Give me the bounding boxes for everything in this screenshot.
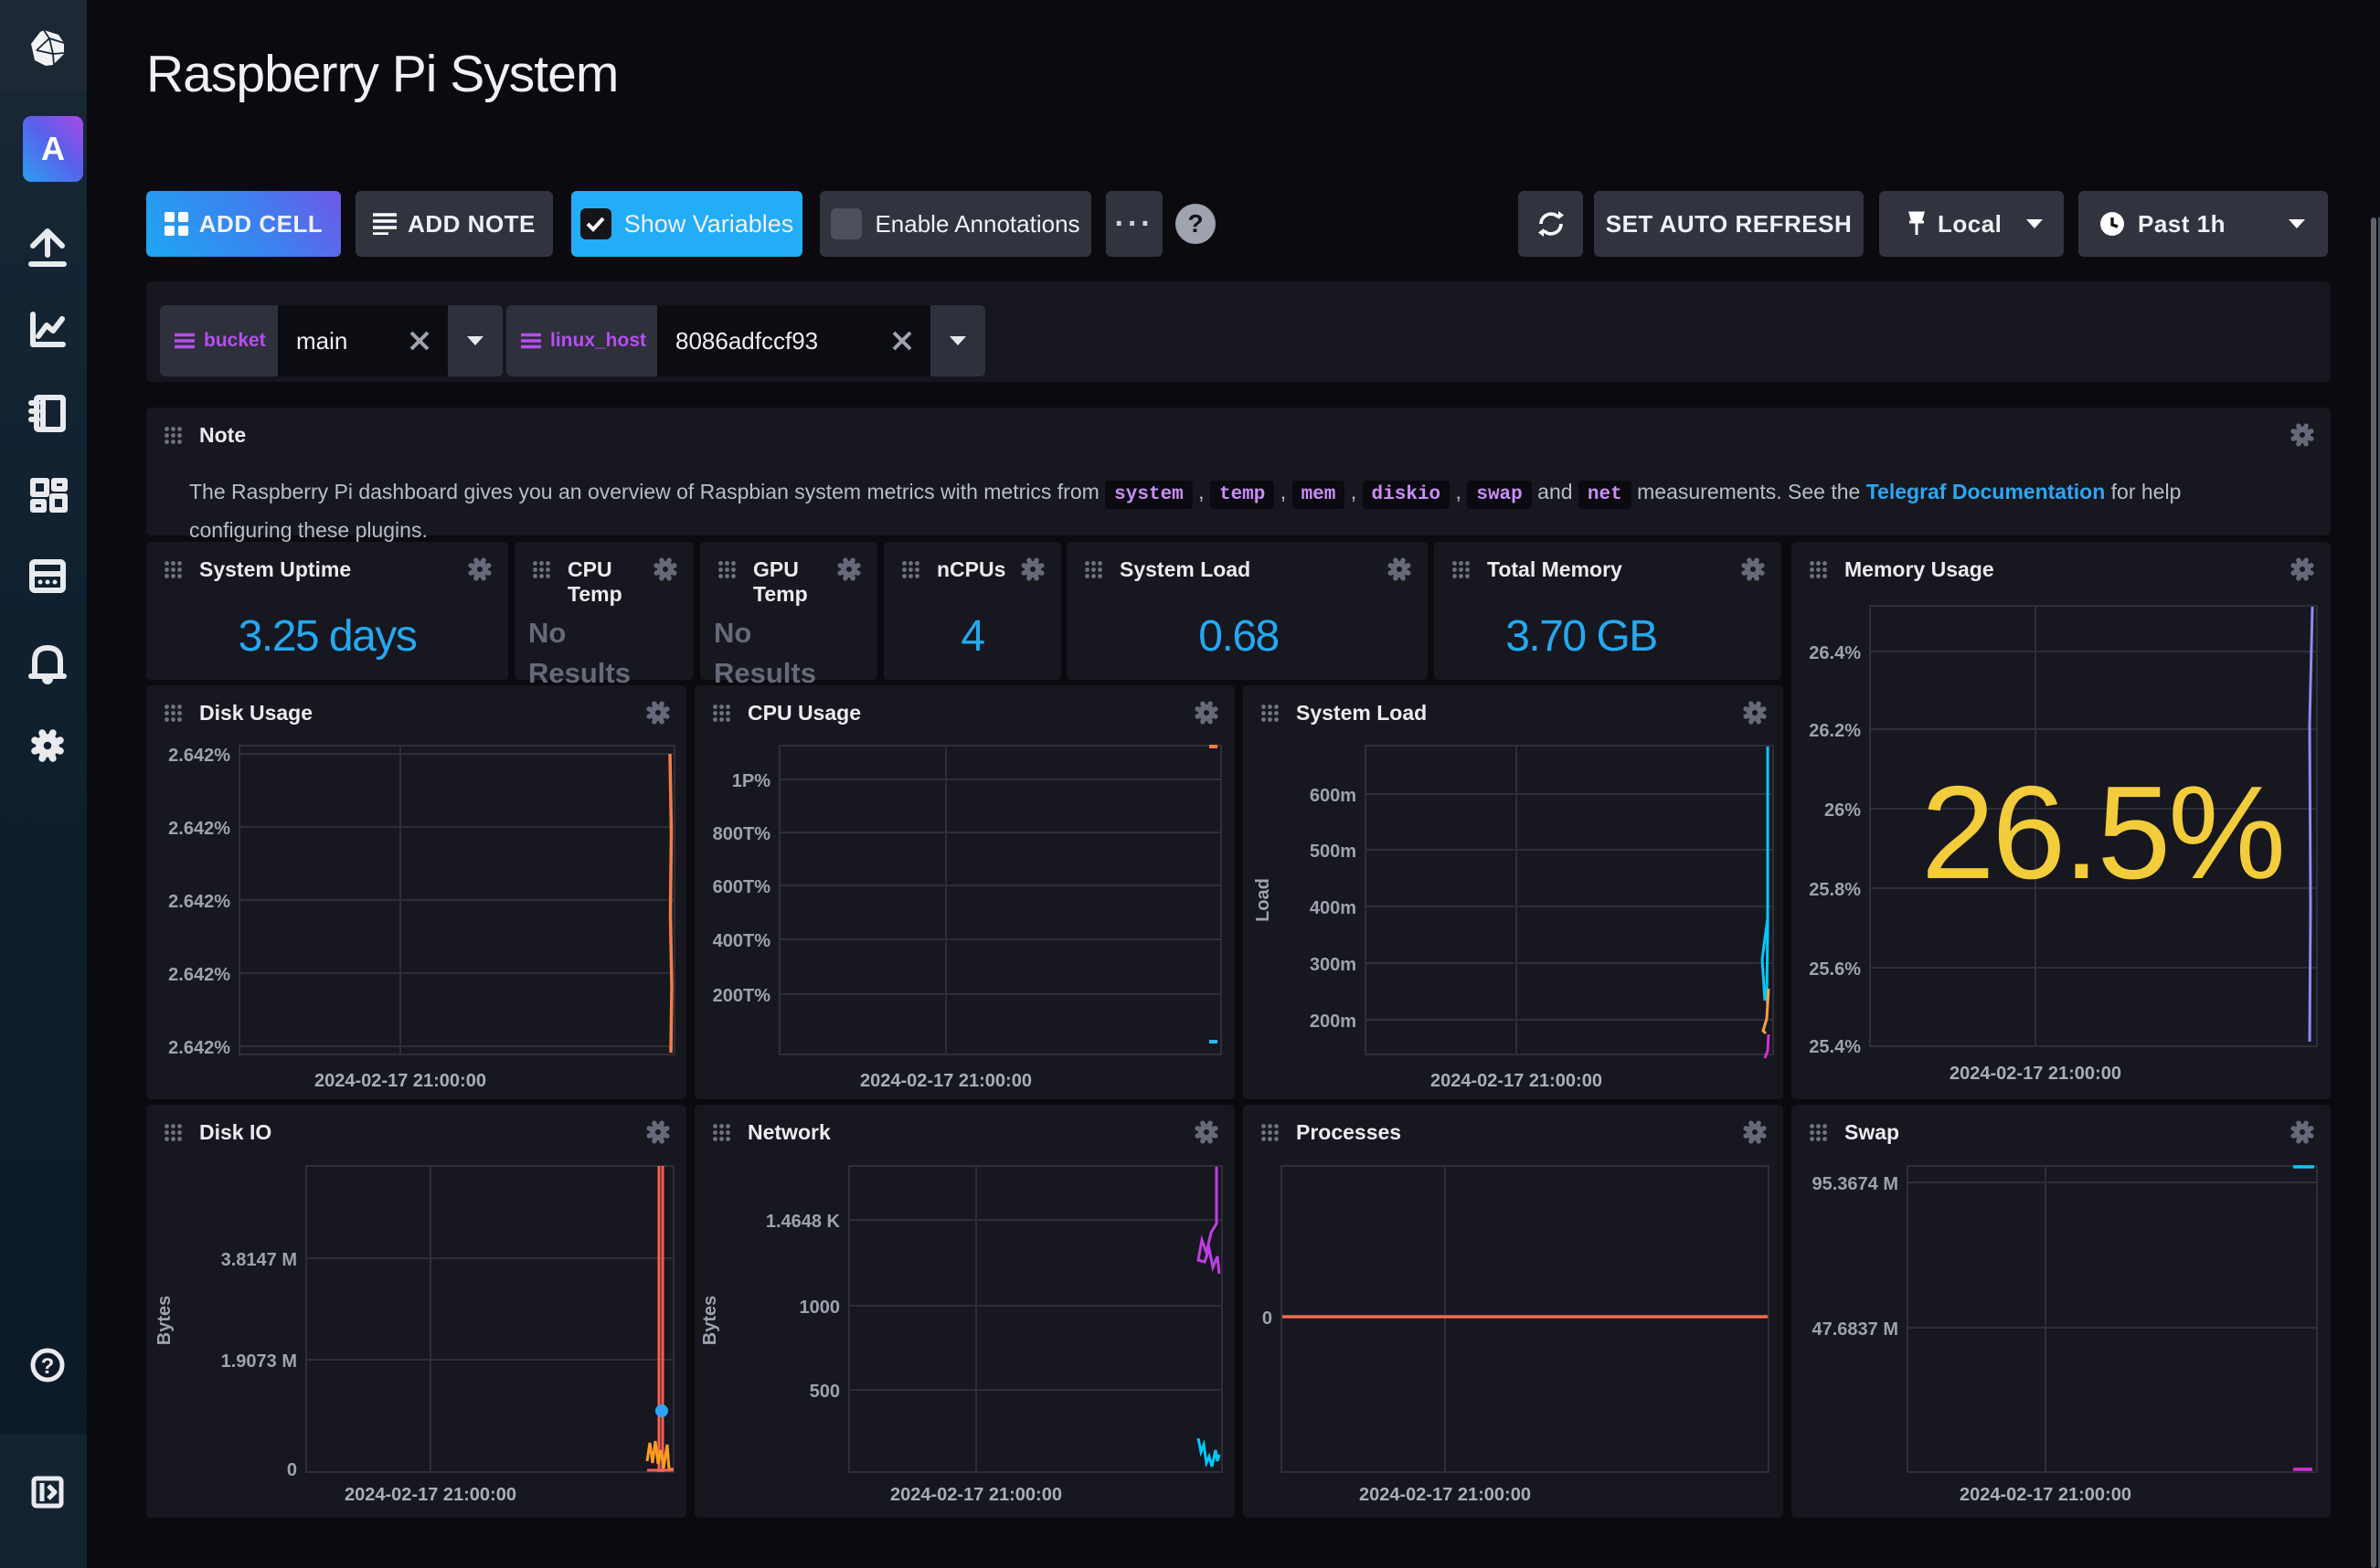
svg-text:CPU: CPU bbox=[568, 557, 612, 581]
svg-text:2024-02-17 21:00:00: 2024-02-17 21:00:00 bbox=[345, 1485, 516, 1505]
svg-text:Results: Results bbox=[714, 657, 816, 689]
svg-text:200T%: 200T% bbox=[713, 986, 771, 1006]
svg-text:Memory Usage: Memory Usage bbox=[1844, 557, 1994, 581]
svg-text:System Load: System Load bbox=[1296, 701, 1427, 725]
svg-text:800T%: 800T% bbox=[713, 824, 771, 844]
svg-text:1.4648 K: 1.4648 K bbox=[766, 1212, 841, 1232]
svg-text:26.2%: 26.2% bbox=[1809, 721, 1861, 741]
svg-text:2.642%: 2.642% bbox=[168, 965, 230, 985]
svg-text:500: 500 bbox=[810, 1382, 840, 1402]
svg-text:600m: 600m bbox=[1310, 786, 1356, 806]
svg-text:400m: 400m bbox=[1310, 898, 1356, 918]
svg-text:2024-02-17 21:00:00: 2024-02-17 21:00:00 bbox=[1430, 1071, 1602, 1091]
svg-text:1P%: 1P% bbox=[732, 771, 770, 791]
svg-text:2024-02-17 21:00:00: 2024-02-17 21:00:00 bbox=[1960, 1485, 2131, 1505]
svg-text:3.70 GB: 3.70 GB bbox=[1505, 612, 1657, 661]
svg-text:2.642%: 2.642% bbox=[168, 1038, 230, 1058]
svg-text:System Uptime: System Uptime bbox=[199, 557, 351, 581]
svg-text:2024-02-17 21:00:00: 2024-02-17 21:00:00 bbox=[314, 1071, 486, 1091]
svg-text:4: 4 bbox=[961, 612, 984, 661]
svg-text:Total Memory: Total Memory bbox=[1487, 557, 1622, 581]
svg-text:Load: Load bbox=[1253, 878, 1273, 922]
svg-text:26.4%: 26.4% bbox=[1809, 643, 1861, 663]
svg-text:2024-02-17 21:00:00: 2024-02-17 21:00:00 bbox=[890, 1485, 1062, 1505]
svg-text:Bytes: Bytes bbox=[154, 1296, 175, 1345]
svg-text:2024-02-17 21:00:00: 2024-02-17 21:00:00 bbox=[1359, 1485, 1531, 1505]
svg-text:1.9073 M: 1.9073 M bbox=[221, 1351, 297, 1372]
svg-text:3.8147 M: 3.8147 M bbox=[221, 1250, 297, 1270]
svg-text:Note: Note bbox=[199, 423, 246, 447]
svg-text:600T%: 600T% bbox=[713, 877, 771, 897]
svg-text:2024-02-17 21:00:00: 2024-02-17 21:00:00 bbox=[860, 1071, 1032, 1091]
svg-text:nCPUs: nCPUs bbox=[937, 557, 1005, 581]
svg-text:No: No bbox=[528, 617, 566, 649]
svg-text:25.8%: 25.8% bbox=[1809, 880, 1861, 900]
svg-text:25.6%: 25.6% bbox=[1809, 959, 1861, 980]
svg-text:Disk Usage: Disk Usage bbox=[199, 701, 313, 725]
svg-text:System Load: System Load bbox=[1120, 557, 1250, 581]
svg-text:Disk IO: Disk IO bbox=[199, 1120, 271, 1144]
svg-text:Results: Results bbox=[528, 657, 631, 689]
svg-text:Network: Network bbox=[748, 1120, 831, 1144]
svg-text:?: ? bbox=[41, 1354, 55, 1379]
svg-text:2024-02-17 21:00:00: 2024-02-17 21:00:00 bbox=[1950, 1064, 2121, 1084]
svg-text:2.642%: 2.642% bbox=[168, 892, 230, 912]
svg-text:Temp: Temp bbox=[753, 582, 808, 606]
svg-text:Swap: Swap bbox=[1844, 1120, 1899, 1144]
svg-text:400T%: 400T% bbox=[713, 931, 771, 951]
svg-text:3.25 days: 3.25 days bbox=[239, 612, 417, 661]
svg-text:0.68: 0.68 bbox=[1198, 612, 1278, 661]
svg-text:Processes: Processes bbox=[1296, 1120, 1401, 1144]
svg-text:500m: 500m bbox=[1310, 842, 1356, 862]
svg-text:300m: 300m bbox=[1310, 955, 1356, 975]
svg-text:No: No bbox=[714, 617, 751, 649]
svg-text:GPU: GPU bbox=[753, 557, 799, 581]
svg-text:95.3674 M: 95.3674 M bbox=[1812, 1174, 1898, 1194]
svg-text:Temp: Temp bbox=[568, 582, 622, 606]
svg-text:26.5%: 26.5% bbox=[1921, 758, 2283, 906]
svg-text:2.642%: 2.642% bbox=[168, 746, 230, 766]
svg-text:200m: 200m bbox=[1310, 1012, 1356, 1032]
svg-text:1000: 1000 bbox=[800, 1298, 841, 1318]
svg-text:0: 0 bbox=[1262, 1308, 1272, 1329]
svg-text:2.642%: 2.642% bbox=[168, 819, 230, 839]
svg-text:47.6837 M: 47.6837 M bbox=[1812, 1319, 1898, 1340]
svg-text:CPU Usage: CPU Usage bbox=[748, 701, 861, 725]
svg-text:0: 0 bbox=[287, 1460, 297, 1480]
svg-text:25.4%: 25.4% bbox=[1809, 1037, 1861, 1057]
svg-text:Bytes: Bytes bbox=[700, 1296, 720, 1345]
svg-text:26%: 26% bbox=[1824, 800, 1861, 821]
